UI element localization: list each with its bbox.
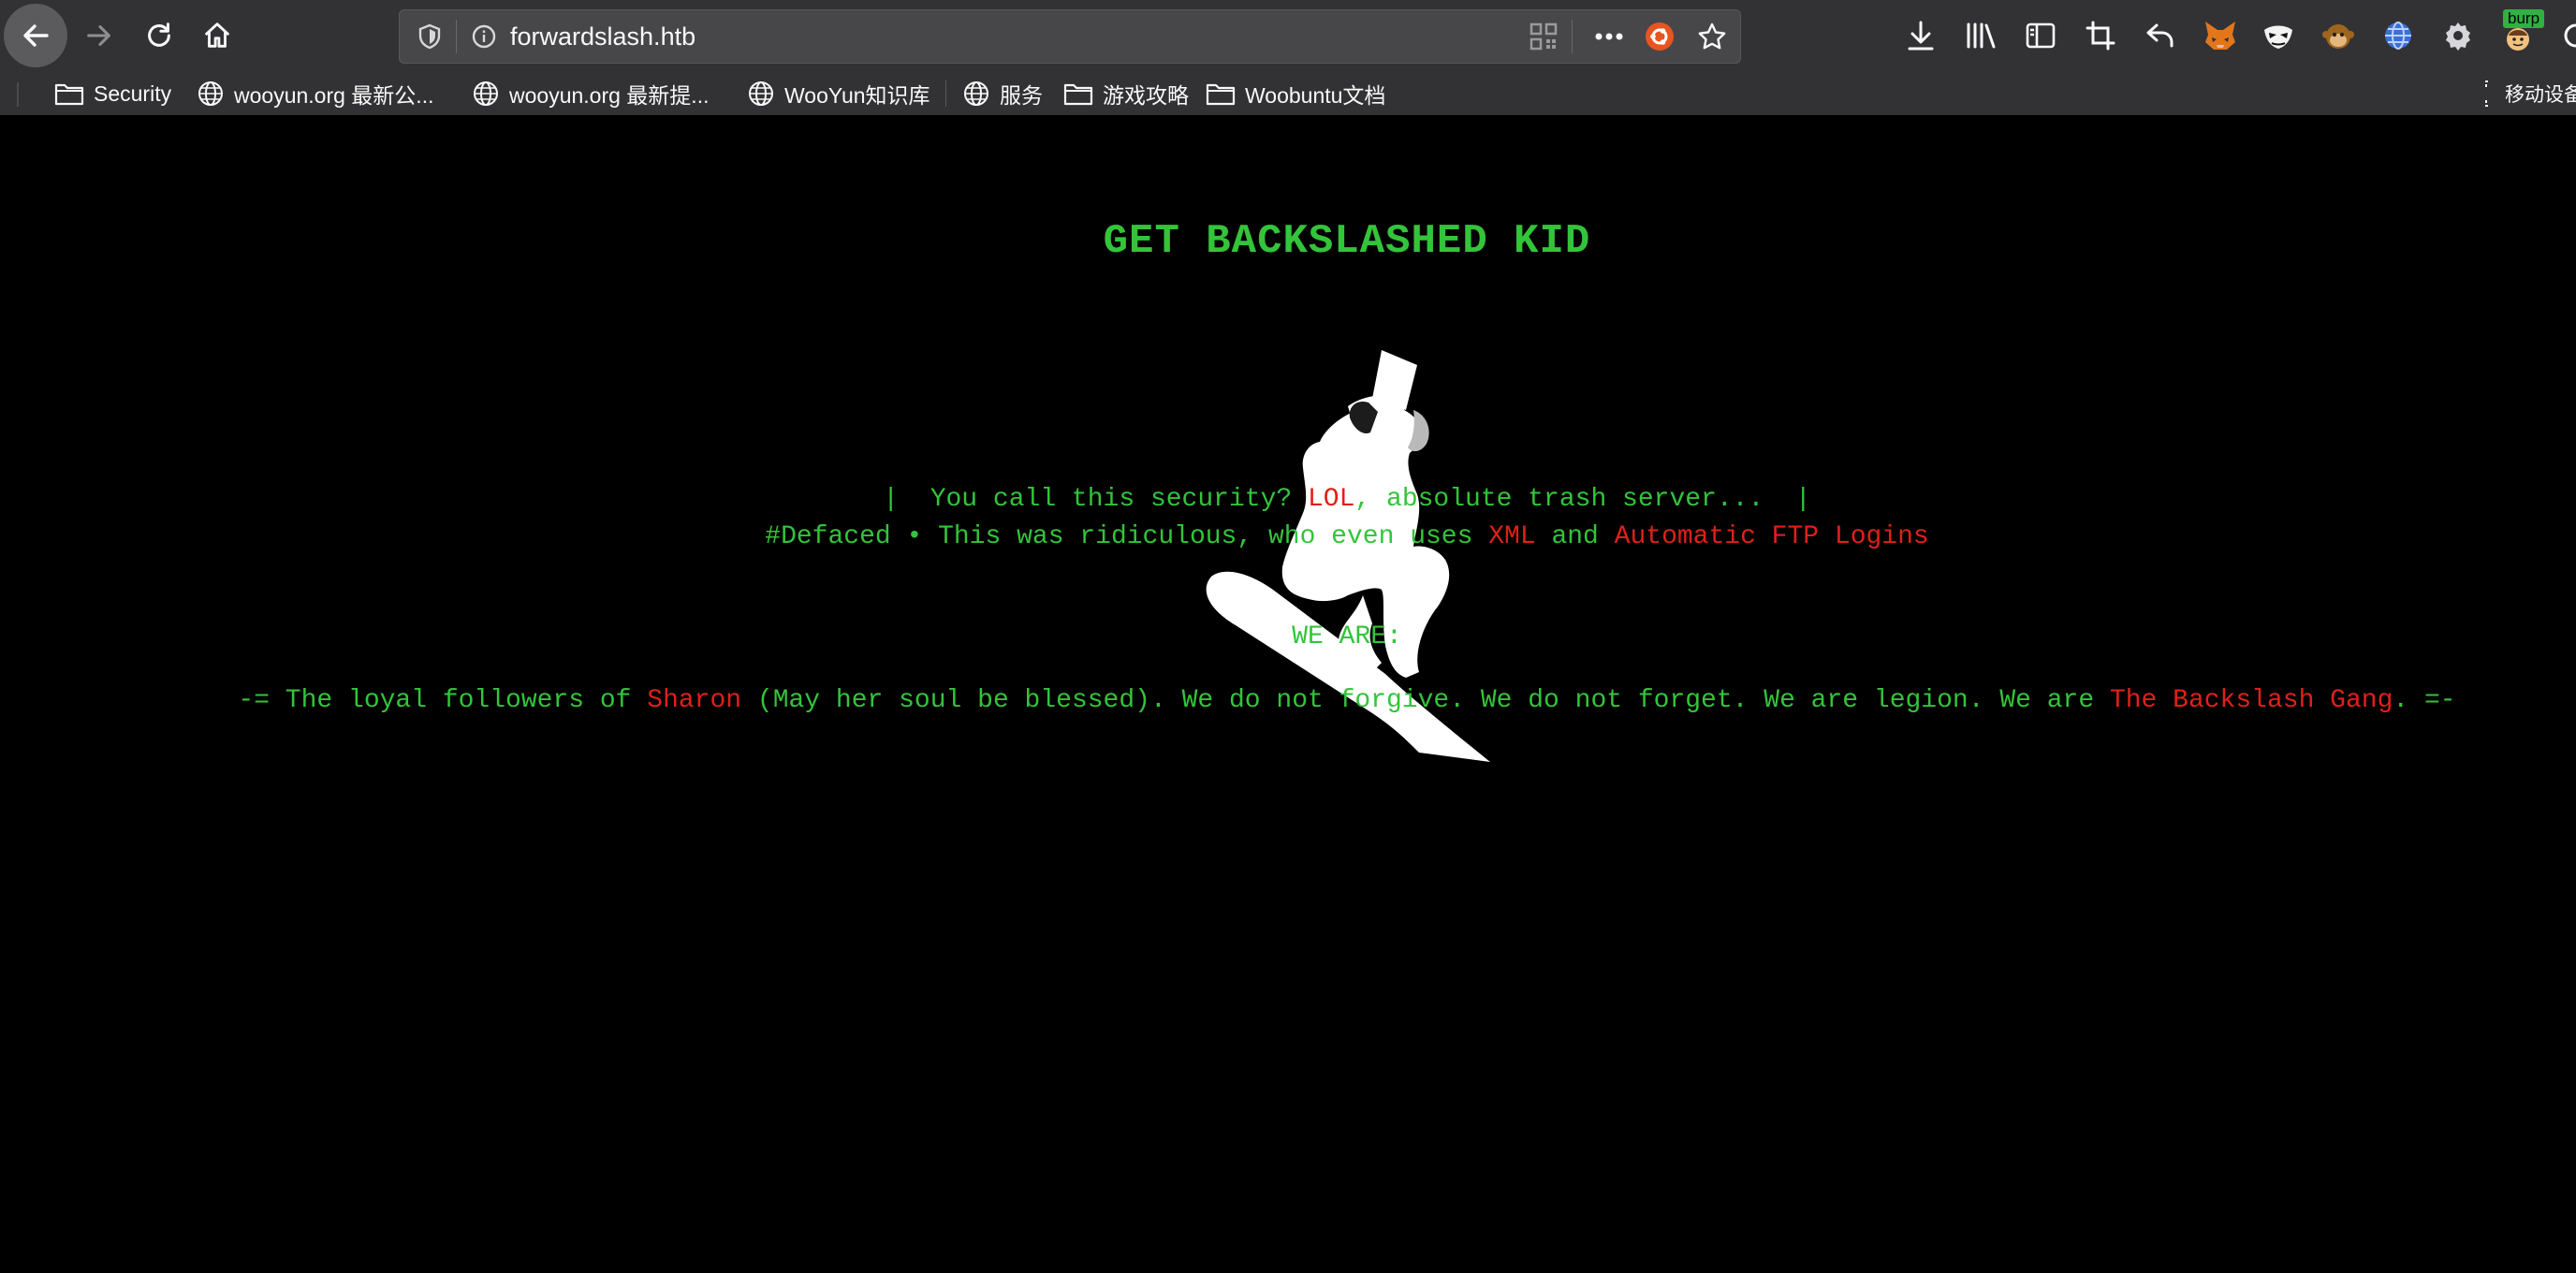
we-are-heading: WE ARE: bbox=[1292, 622, 1402, 651]
line1-highlight-lol: LOL bbox=[1307, 485, 1355, 514]
bookmark-wooyun-submit[interactable]: wooyun.org 最新提... bbox=[472, 73, 709, 114]
undo-arrow-icon bbox=[2146, 23, 2174, 48]
globe-icon bbox=[474, 81, 498, 106]
message-line-3: -= The loyal followers of Sharon (May he… bbox=[0, 686, 2576, 715]
back-button[interactable] bbox=[4, 4, 67, 67]
bookmark-label: WooYun知识库 bbox=[784, 83, 930, 108]
qr-code-icon[interactable] bbox=[1525, 10, 1562, 63]
page-headline: GET BACKSLASHED KID bbox=[1103, 218, 1591, 265]
home-button[interactable] bbox=[198, 17, 236, 54]
bookmark-label: Security bbox=[94, 80, 172, 106]
line3-part-c: (May her soul be blessed). We do not for… bbox=[741, 686, 2110, 715]
bookmark-label: Woobuntu文档 bbox=[1245, 83, 1386, 108]
fox-icon bbox=[2205, 22, 2235, 50]
proxy-extension[interactable] bbox=[2378, 15, 2419, 56]
globe-icon bbox=[964, 81, 988, 106]
forward-arrow-icon bbox=[87, 25, 110, 46]
bookmark-label: wooyun.org 最新公... bbox=[234, 83, 434, 108]
shield-icon[interactable] bbox=[411, 10, 448, 63]
hackbar-extension[interactable] bbox=[2258, 15, 2299, 56]
mobile-bookmarks-icon bbox=[2485, 80, 2488, 107]
line2-highlight-ftp: Automatic FTP Logins bbox=[1614, 522, 1929, 551]
folder-icon bbox=[1063, 83, 1093, 106]
gear-icon bbox=[2446, 22, 2470, 51]
crop-icon bbox=[2086, 21, 2115, 51]
burp-badge: burp bbox=[2503, 9, 2545, 28]
line1-part-c: , absolute trash server... | bbox=[1354, 485, 1811, 514]
browser-chrome: forwardslash.htb burp Security wooyun.or… bbox=[0, 0, 2576, 116]
screenshot-button[interactable] bbox=[2082, 17, 2119, 54]
sidebar-icon bbox=[2026, 22, 2056, 49]
download-icon bbox=[1908, 21, 1934, 51]
globe-icon bbox=[749, 81, 773, 106]
settings-extension[interactable] bbox=[2437, 15, 2479, 56]
more-dots-icon[interactable] bbox=[1588, 10, 1630, 63]
reload-button[interactable] bbox=[140, 17, 178, 54]
mask-icon bbox=[2264, 25, 2292, 49]
line3-part-a: -= The loyal followers of bbox=[238, 686, 648, 715]
line3-part-e: . =- bbox=[2393, 686, 2456, 715]
partial-icon bbox=[2564, 23, 2576, 48]
line1-part-a: | You call this security? bbox=[883, 485, 1308, 514]
line2-highlight-xml: XML bbox=[1488, 522, 1536, 551]
library-icon bbox=[1967, 22, 1996, 49]
back-arrow-icon bbox=[23, 24, 49, 47]
line3-highlight-sharon: Sharon bbox=[647, 686, 742, 715]
bookmark-mobile[interactable]: 移动设备 bbox=[2484, 73, 2576, 114]
globe-network-icon bbox=[2385, 22, 2411, 50]
globe-icon bbox=[198, 81, 223, 106]
bookmark-label: 游戏攻略 bbox=[1103, 83, 1189, 108]
tampermonkey-extension[interactable] bbox=[2318, 15, 2359, 56]
url-text[interactable]: forwardslash.htb bbox=[510, 10, 695, 65]
undo-close-button[interactable] bbox=[2142, 17, 2179, 54]
message-line-2: #Defaced • This was ridiculous, who even… bbox=[0, 522, 2576, 551]
bookmark-wooyun-public[interactable]: wooyun.org 最新公... bbox=[197, 73, 433, 114]
line3-highlight-gang: The Backslash Gang bbox=[2109, 686, 2393, 715]
bookmark-label: wooyun.org 最新提... bbox=[509, 83, 710, 108]
bookmark-security[interactable]: Security bbox=[54, 73, 171, 114]
ubuntu-icon[interactable] bbox=[1641, 10, 1678, 63]
overflow-extension[interactable] bbox=[2563, 17, 2576, 54]
folder-icon bbox=[1206, 83, 1236, 106]
bookmark-label: 移动设备 bbox=[2505, 84, 2576, 106]
bookmark-game-guides[interactable]: 游戏攻略 bbox=[1063, 73, 1189, 114]
info-icon[interactable] bbox=[465, 10, 503, 63]
url-bar[interactable]: forwardslash.htb bbox=[399, 9, 1741, 64]
downloads-button[interactable] bbox=[1902, 17, 1939, 54]
bookmark-label: 服务 bbox=[1000, 83, 1043, 108]
library-button[interactable] bbox=[1962, 17, 1999, 54]
monkey-icon bbox=[2322, 24, 2354, 49]
forward-button[interactable] bbox=[80, 17, 118, 54]
bookmark-wooyun-kb[interactable]: WooYun知识库 bbox=[747, 73, 930, 114]
message-line-1: | You call this security? LOL, absolute … bbox=[0, 485, 2576, 514]
folder-icon bbox=[54, 83, 84, 106]
star-icon[interactable] bbox=[1691, 10, 1733, 63]
bookmark-woobuntu-docs[interactable]: Woobuntu文档 bbox=[1206, 73, 1385, 114]
page-content: GET BACKSLASHED KID | You call this secu… bbox=[0, 115, 2576, 1273]
line2-part-a: #Defaced • This was ridiculous, who even… bbox=[765, 522, 1489, 551]
reload-icon bbox=[148, 22, 170, 47]
navigation-toolbar: forwardslash.htb burp bbox=[0, 0, 2576, 73]
sidebar-button[interactable] bbox=[2022, 17, 2059, 54]
home-icon bbox=[204, 22, 230, 48]
line2-part-c: and bbox=[1535, 522, 1615, 551]
bookmarks-toolbar: Security wooyun.org 最新公... wooyun.org 最新… bbox=[0, 73, 2576, 114]
bookmark-services[interactable]: 服务 bbox=[962, 73, 1043, 114]
metamask-extension[interactable] bbox=[2200, 15, 2241, 56]
